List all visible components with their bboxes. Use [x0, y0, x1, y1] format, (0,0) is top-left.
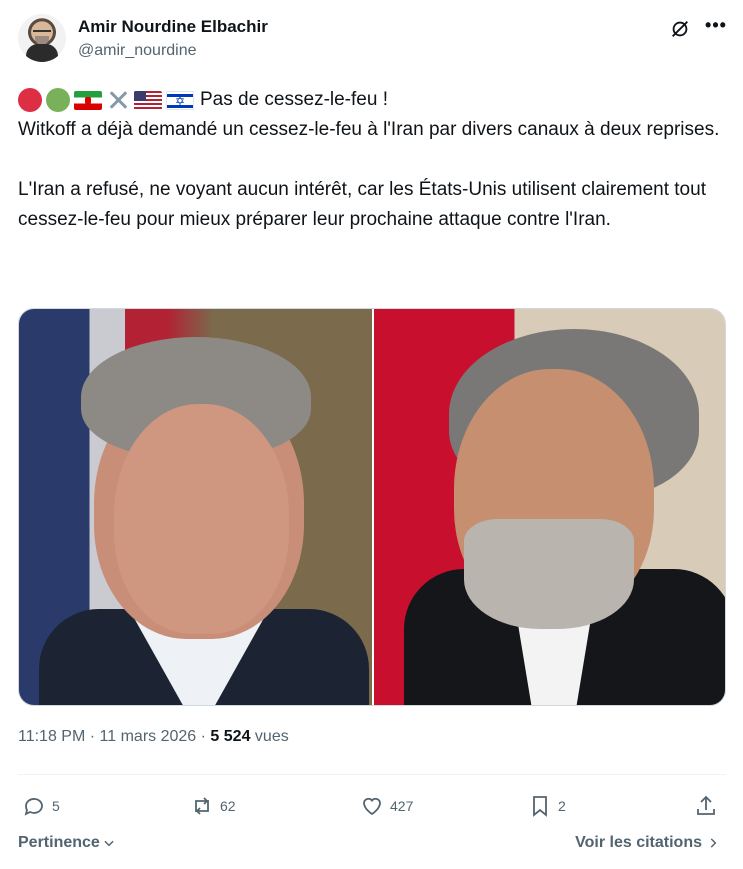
views-label: vues — [254, 728, 289, 745]
bookmark-button[interactable]: 2 — [528, 790, 566, 822]
grok-icon[interactable] — [669, 18, 691, 40]
like-button[interactable]: 427 — [360, 790, 413, 822]
chevron-right-icon — [710, 838, 717, 848]
tweet-time[interactable]: 11:18 PM — [18, 728, 85, 745]
action-bar: 5 62 427 2 — [18, 790, 726, 822]
israel-flag-icon — [166, 90, 194, 110]
reply-button[interactable]: 5 — [22, 790, 60, 822]
author-handle[interactable]: @amir_nourdine — [78, 42, 197, 60]
author-name[interactable]: Amir Nourdine Elbachir — [78, 17, 268, 37]
quotes-label: Voir les citations — [575, 834, 702, 851]
view-quotes-link[interactable]: Voir les citations — [575, 834, 720, 852]
meta-separator: · — [89, 728, 96, 745]
more-icon[interactable]: ••• — [704, 16, 728, 40]
share-button[interactable] — [694, 790, 724, 822]
meta-separator-2: · — [200, 728, 206, 745]
reply-count: 5 — [52, 798, 60, 814]
divider — [18, 774, 726, 775]
tweet-text: Pas de cessez-le-feu ! Witkoff a déjà de… — [18, 85, 726, 235]
reply-footer: Pertinence Voir les citations — [18, 834, 726, 858]
photo-witkoff[interactable] — [19, 309, 372, 705]
sort-dropdown[interactable]: Pertinence — [18, 834, 116, 852]
tweet-paragraph-2: L'Iran a refusé, ne voyant aucun intérêt… — [18, 179, 706, 230]
repost-count: 62 — [220, 798, 236, 814]
photo-araghchi[interactable] — [372, 309, 725, 705]
tweet-meta: 11:18 PM · 11 mars 2026 · 5 524 vues — [18, 728, 289, 746]
like-count: 427 — [390, 798, 414, 814]
tweet-header: Amir Nourdine Elbachir @amir_nourdine ••… — [18, 14, 728, 66]
red-circle-icon — [18, 88, 42, 112]
tweet-media[interactable] — [18, 308, 726, 706]
tweet-headline: Pas de cessez-le-feu ! — [200, 89, 388, 110]
usa-flag-icon — [134, 90, 162, 110]
bookmark-count: 2 — [558, 798, 566, 814]
tweet-paragraph-1: Witkoff a déjà demandé un cessez-le-feu … — [18, 119, 720, 140]
views-count: 5 524 — [210, 728, 251, 745]
chevron-down-icon — [104, 840, 114, 847]
sort-label: Pertinence — [18, 834, 100, 851]
tweet-date[interactable]: 11 mars 2026 — [100, 728, 197, 745]
like-icon — [363, 797, 381, 816]
bookmark-icon — [533, 796, 547, 817]
share-icon — [697, 795, 715, 815]
reply-icon — [24, 798, 43, 816]
iran-flag-icon — [74, 90, 102, 110]
crossed-swords-icon — [106, 88, 130, 112]
tweet-headline-row: Pas de cessez-le-feu ! — [18, 85, 726, 115]
avatar[interactable] — [18, 14, 66, 62]
repost-icon — [195, 797, 209, 815]
repost-button[interactable]: 62 — [190, 790, 236, 822]
green-circle-icon — [46, 88, 70, 112]
